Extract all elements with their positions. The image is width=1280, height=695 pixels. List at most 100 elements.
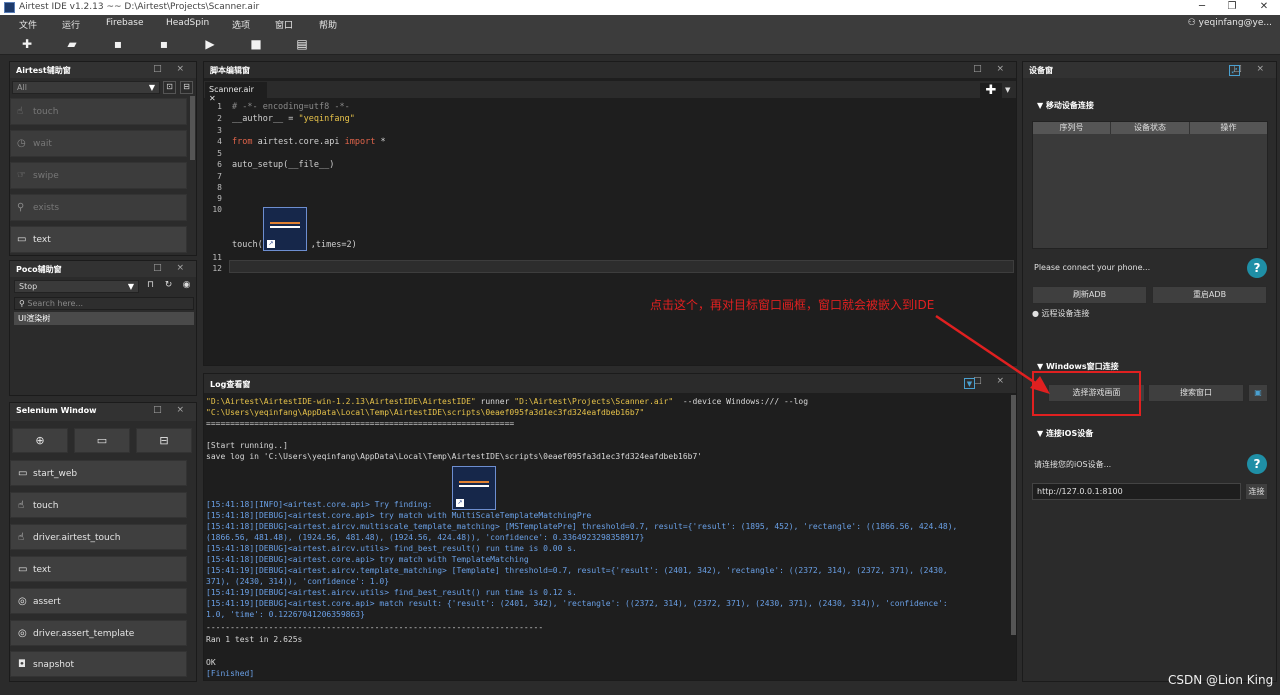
save-icon[interactable]: ▪ xyxy=(108,36,128,52)
tab-scanner[interactable]: Scanner.air ✕ xyxy=(205,82,267,103)
hand-icon: ☝ xyxy=(18,532,25,543)
window-title: Airtest IDE v1.2.13 ~~ D:\Airtest\Projec… xyxy=(19,2,260,12)
ui-tree-item[interactable]: UI渲染树 xyxy=(14,312,194,325)
filter-select[interactable]: All ▼ xyxy=(12,81,160,94)
panel-controls[interactable]: □ × xyxy=(153,64,190,74)
poco-search-input[interactable]: ⚲ Search here... xyxy=(14,297,194,310)
window-settings-icon[interactable]: ▣ xyxy=(1248,384,1268,402)
log-line: save log in 'C:\Users\yeqinfang\AppData\… xyxy=(206,452,703,461)
log-line: 1.0, 'time': 0.12267041206359863} xyxy=(206,610,365,619)
log-line: [15:41:18][DEBUG]<airtest.core.api> try … xyxy=(206,555,529,564)
poco-panel: Poco辅助窗 □ × Stop ▼ ⊓ ↻ ◉ ⚲ Search here... … xyxy=(9,260,197,396)
ios-section-header[interactable]: ▼ 连接iOS设备 xyxy=(1037,428,1093,439)
line-number: 9 xyxy=(217,194,222,203)
lock-icon[interactable]: ⊓ xyxy=(144,280,157,293)
record-icon[interactable]: ◉ xyxy=(180,280,193,293)
watermark: CSDN @Lion King xyxy=(1168,673,1274,687)
template-image-thumbnail[interactable]: ↗ xyxy=(263,207,307,251)
folder-icon[interactable]: ⊟ xyxy=(180,81,193,94)
text-icon: ▭ xyxy=(18,564,28,575)
menu-firebase[interactable]: Firebase xyxy=(106,18,144,28)
search-icon: ⚲ xyxy=(17,202,25,213)
globe-icon[interactable]: ⊕ xyxy=(12,428,68,453)
user-icon: ⚇ xyxy=(1187,18,1199,28)
menu-bar: 文件 运行 Firebase HeadSpin 选项 窗口 帮助 ⚇ yeqin… xyxy=(0,15,1280,33)
selenium-touch-button[interactable]: ☝ touch xyxy=(10,492,187,518)
restart-adb-button[interactable]: 重启ADB xyxy=(1152,286,1267,304)
log-line: (1866.56, 481.48), (1924.56, 481.48), (1… xyxy=(206,533,645,542)
device-table: 序列号 设备状态 操作 xyxy=(1032,121,1268,249)
log-line: [15:41:19][DEBUG]<airtest.core.api> matc… xyxy=(206,599,948,608)
hand-icon: ☝ xyxy=(18,500,25,511)
panel-controls[interactable]: □ × xyxy=(153,263,190,273)
log-scrollbar[interactable] xyxy=(1011,395,1016,635)
menu-window[interactable]: 窗口 xyxy=(275,18,293,31)
search-window-button[interactable]: 搜索窗口 xyxy=(1148,384,1244,402)
assert-template-button[interactable]: ◎ driver.assert_template xyxy=(10,620,187,646)
panel-controls[interactable]: □ × xyxy=(973,64,1010,74)
open-folder-icon[interactable]: ▰ xyxy=(62,36,82,52)
shortcut-icon: ↗ xyxy=(456,499,464,507)
line-number: 5 xyxy=(217,149,222,158)
log-header: Log查看窗 □ × xyxy=(204,374,1016,393)
refresh-icon[interactable]: ↻ xyxy=(162,280,175,293)
annotation-arrow xyxy=(935,314,1050,394)
menu-help[interactable]: 帮助 xyxy=(319,18,337,31)
text-button[interactable]: ▭ text xyxy=(10,226,187,253)
chevron-down-icon: ▼ xyxy=(127,282,134,291)
assert-button[interactable]: ◎ assert xyxy=(10,588,187,614)
line-number: 6 xyxy=(217,160,222,169)
wait-button[interactable]: ◷ wait xyxy=(10,130,187,157)
run-icon[interactable]: ▶ xyxy=(200,36,220,52)
ios-url-input[interactable]: http://127.0.0.1:8100 xyxy=(1032,483,1241,500)
stop-icon[interactable]: ■ xyxy=(246,36,266,52)
log-line: "C:\Users\yeqinfang\AppData\Local\Temp\A… xyxy=(206,408,645,417)
mobile-section-header[interactable]: ▼ 移动设备连接 xyxy=(1037,100,1094,111)
menu-run[interactable]: 运行 xyxy=(62,18,80,31)
menu-headspin[interactable]: HeadSpin xyxy=(166,18,209,28)
window-icon[interactable]: ▭ xyxy=(74,428,130,453)
chevron-down-icon[interactable]: ▼ xyxy=(1005,83,1016,98)
close-button[interactable]: ✕ xyxy=(1250,1,1278,14)
code-line: auto_setup(__file__) xyxy=(232,160,335,170)
touch-button[interactable]: ☝ touch xyxy=(10,98,187,125)
log-line: [15:41:18][DEBUG]<airtest.aircv.utils> f… xyxy=(206,544,577,553)
minimize-button[interactable]: ─ xyxy=(1188,1,1216,14)
help-icon[interactable]: ? xyxy=(1247,258,1267,278)
panel-controls[interactable]: □ × xyxy=(153,405,190,415)
browser-icon: ▭ xyxy=(18,468,28,479)
poco-panel-header: Poco辅助窗 □ × xyxy=(10,261,196,277)
log-icon[interactable]: ▤ xyxy=(292,36,312,52)
ios-connect-button[interactable]: 连接 xyxy=(1245,483,1268,500)
menu-file[interactable]: 文件 xyxy=(19,18,37,31)
poco-mode-select[interactable]: Stop ▼ xyxy=(14,280,139,293)
line-number: 11 xyxy=(212,253,222,262)
help-icon[interactable]: ? xyxy=(1247,454,1267,474)
add-tab-icon[interactable]: ✚ xyxy=(980,83,1002,98)
new-icon[interactable]: ✚ xyxy=(17,36,37,52)
chevron-down-icon: ▼ xyxy=(148,83,155,92)
log-line: ========================================… xyxy=(206,419,515,428)
expand-icon[interactable]: ⤢ xyxy=(1229,65,1240,76)
snapshot-button[interactable]: ◘ snapshot xyxy=(10,651,187,677)
save-as-icon[interactable]: ▪ xyxy=(154,36,174,52)
user-account[interactable]: ⚇ yeqinfang@ye... xyxy=(1188,18,1272,28)
start-web-button[interactable]: ▭ start_web xyxy=(10,460,187,486)
restore-button[interactable]: ❐ xyxy=(1218,1,1246,14)
folder-icon[interactable]: ⊟ xyxy=(136,428,192,453)
connect-hint: Please connect your phone... xyxy=(1034,263,1151,272)
exists-button[interactable]: ⚲ exists xyxy=(10,194,187,221)
target-icon: ◎ xyxy=(18,596,27,607)
scrollbar[interactable] xyxy=(190,96,195,160)
title-bar: Airtest IDE v1.2.13 ~~ D:\Airtest\Projec… xyxy=(0,0,1280,15)
swipe-button[interactable]: ☞ swipe xyxy=(10,162,187,189)
menu-options[interactable]: 选项 xyxy=(232,18,250,31)
hand-icon: ☝ xyxy=(17,106,24,117)
capture-icon[interactable]: ⊡ xyxy=(163,81,176,94)
log-line: [15:41:19][DEBUG]<airtest.aircv.template… xyxy=(206,566,948,575)
log-line: 371), (2430, 314)), 'confidence': 1.0} xyxy=(206,577,390,586)
airtest-touch-button[interactable]: ☝ driver.airtest_touch xyxy=(10,524,187,550)
refresh-adb-button[interactable]: 刷新ADB xyxy=(1032,286,1147,304)
selenium-text-button[interactable]: ▭ text xyxy=(10,556,187,582)
log-line: "D:\Airtest\AirtestIDE-win-1.2.13\Airtes… xyxy=(206,397,809,406)
